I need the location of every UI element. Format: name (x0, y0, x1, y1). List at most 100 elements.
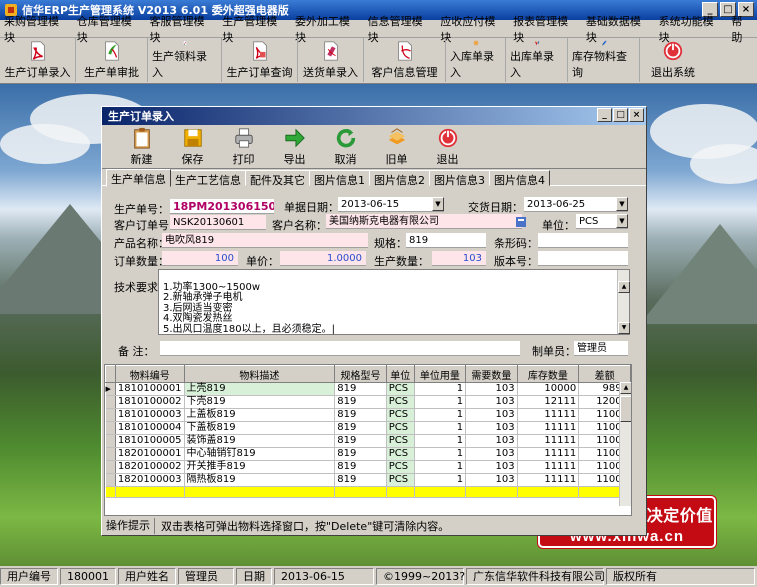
cell-unit[interactable]: PCS (386, 395, 415, 409)
cell-material-code[interactable]: 1820100002 (115, 460, 185, 474)
tab-image-2[interactable]: 图片信息2 (369, 170, 430, 187)
table-row[interactable]: 1810100002 下壳819 819 PCS 1 103 12111 12008 (105, 395, 631, 409)
cell-stock-qty[interactable]: 11111 (517, 473, 580, 487)
table-row-new[interactable] (105, 486, 631, 498)
inventory-query-button[interactable]: 库存物料查询 (568, 38, 640, 82)
note-field[interactable] (160, 341, 520, 356)
table-row[interactable]: 1820100002 开关推手819 819 PCS 1 103 11111 11008 (105, 460, 631, 474)
dialog-maximize-button[interactable]: □ (613, 108, 628, 122)
col-header[interactable]: 物料描述 (183, 365, 336, 383)
version-field[interactable] (538, 251, 628, 266)
prod-qty-field[interactable]: 103 (432, 251, 486, 266)
cell-material-desc[interactable]: 隔热板819 (184, 473, 336, 487)
cell-stock-qty[interactable]: 11111 (517, 408, 580, 422)
cell-material-desc[interactable]: 上壳819 (184, 382, 336, 396)
col-header[interactable]: 库存数量 (516, 365, 580, 383)
cell-unit-usage[interactable]: 1 (414, 434, 467, 448)
cancel-button[interactable]: 取消 (320, 125, 371, 169)
product-field[interactable]: 电吹风819 (162, 233, 368, 248)
cell-material-code[interactable]: 1810100001 (115, 382, 185, 396)
cell-required-qty[interactable]: 103 (465, 473, 518, 487)
export-button[interactable]: 导出 (269, 125, 320, 169)
order-query-button[interactable]: 生产订单查询 (222, 38, 298, 82)
price-field[interactable]: 1.0000 (280, 251, 366, 266)
cust-order-field[interactable]: NSK20130601 (170, 215, 266, 230)
cell-material-desc[interactable]: 开关推手819 (184, 460, 336, 474)
cell-spec-model[interactable]: 819 (334, 460, 387, 474)
cell-required-qty[interactable]: 103 (465, 447, 518, 461)
dialog-close-button[interactable]: × (629, 108, 644, 122)
table-row[interactable]: ▶ 1810100001 上壳819 819 PCS 1 103 10000 9897 (105, 382, 631, 396)
scroll-up-icon[interactable]: ▲ (618, 280, 630, 293)
cell-material-desc[interactable]: 中心轴销钉819 (184, 447, 336, 461)
material-pick-button[interactable]: 生产领料录入 (148, 38, 222, 82)
col-header[interactable]: 需要数量 (465, 365, 518, 383)
cell-required-qty[interactable]: 103 (465, 460, 518, 474)
tech-textarea[interactable]: 1.功率1300~1500w 2.新轴承弹子电机 3.后网适当变密 4.双陶瓷发… (158, 269, 630, 335)
new-button[interactable]: 新建 (116, 125, 167, 169)
delivery-date-dropdown-icon[interactable]: ▼ (616, 197, 628, 211)
delivery-entry-button[interactable]: 送货单录入 (298, 38, 364, 82)
customer-lookup-icon[interactable] (516, 217, 526, 227)
cell-required-qty[interactable]: 103 (465, 408, 518, 422)
col-header[interactable]: 物料编号 (114, 365, 185, 383)
stock-in-button[interactable]: 入库单录入 (446, 38, 506, 82)
cell-stock-qty[interactable]: 11111 (517, 460, 580, 474)
cell-unit[interactable]: PCS (386, 447, 415, 461)
cell-material-desc[interactable]: 上盖板819 (184, 408, 336, 422)
cell-unit-usage[interactable]: 1 (414, 382, 467, 396)
grid-scroll-thumb[interactable] (620, 396, 631, 422)
cell-spec-model[interactable]: 819 (334, 447, 387, 461)
table-row[interactable]: 1810100004 下盖板819 819 PCS 1 103 11111 11008 (105, 421, 631, 435)
cell-material-desc[interactable]: 下壳819 (184, 395, 336, 409)
cell-unit-usage[interactable]: 1 (414, 421, 467, 435)
unit-dropdown-icon[interactable]: ▼ (616, 214, 628, 228)
cell-unit[interactable]: PCS (386, 434, 415, 448)
dialog-exit-button[interactable]: 退出 (422, 125, 473, 169)
materials-grid[interactable]: 物料编号 物料描述 规格型号 单位 单位用量 需要数量 库存数量 差额 ▶ 181… (104, 364, 632, 516)
cell-material-code[interactable]: 1810100005 (115, 434, 185, 448)
exit-system-button[interactable]: 退出系统 (640, 38, 706, 82)
cell-material-code[interactable]: 1810100003 (115, 408, 185, 422)
cell-material-desc[interactable]: 装饰盖819 (184, 434, 336, 448)
old-order-button[interactable]: 旧单 (371, 125, 422, 169)
cell-unit[interactable]: PCS (386, 382, 415, 396)
cell-unit-usage[interactable]: 1 (414, 395, 467, 409)
table-row[interactable]: 1820100003 隔热板819 819 PCS 1 103 11111 11008 (105, 473, 631, 487)
cell-required-qty[interactable]: 103 (465, 434, 518, 448)
cell-spec-model[interactable]: 819 (334, 421, 387, 435)
tab-image-1[interactable]: 图片信息1 (309, 170, 370, 187)
tab-parts-other[interactable]: 配件及其它 (245, 170, 310, 187)
order-entry-button[interactable]: 生产订单录入 (0, 38, 76, 82)
tab-image-4[interactable]: 图片信息4 (489, 170, 550, 187)
col-header[interactable]: 规格型号 (334, 365, 387, 383)
cell-required-qty[interactable]: 103 (465, 421, 518, 435)
barcode-field[interactable] (538, 233, 628, 248)
cell-unit[interactable]: PCS (386, 421, 415, 435)
col-header[interactable]: 单位 (385, 365, 415, 383)
dialog-minimize-button[interactable]: _ (597, 108, 612, 122)
stock-out-button[interactable]: 出库单录入 (506, 38, 568, 82)
cell-spec-model[interactable]: 819 (334, 434, 387, 448)
scroll-down-icon[interactable]: ▼ (618, 322, 630, 334)
spec-field[interactable]: 819 (406, 233, 486, 248)
save-button[interactable]: 保存 (167, 125, 218, 169)
cell-required-qty[interactable]: 103 (465, 395, 518, 409)
cell-unit[interactable]: PCS (386, 473, 415, 487)
tech-scrollbar[interactable]: ▲ ▼ (617, 270, 630, 334)
cell-stock-qty[interactable]: 11111 (517, 421, 580, 435)
cell-stock-qty[interactable]: 11111 (517, 447, 580, 461)
grid-scrollbar[interactable]: ▲ (619, 382, 631, 506)
cell-unit[interactable]: PCS (386, 460, 415, 474)
cell-unit-usage[interactable]: 1 (414, 473, 467, 487)
doc-date-dropdown-icon[interactable]: ▼ (432, 197, 444, 211)
scroll-up-icon[interactable]: ▲ (620, 382, 631, 394)
customer-info-button[interactable]: 客户信息管理 (364, 38, 446, 82)
tab-image-3[interactable]: 图片信息3 (429, 170, 490, 187)
col-header[interactable]: 单位用量 (413, 365, 467, 383)
delivery-date-field[interactable]: 2013-06-25 ▼ (524, 197, 628, 212)
qty-field[interactable]: 100 (162, 251, 238, 266)
cell-stock-qty[interactable]: 10000 (517, 382, 580, 396)
cell-stock-qty[interactable]: 12111 (517, 395, 580, 409)
cell-material-code[interactable]: 1820100001 (115, 447, 185, 461)
